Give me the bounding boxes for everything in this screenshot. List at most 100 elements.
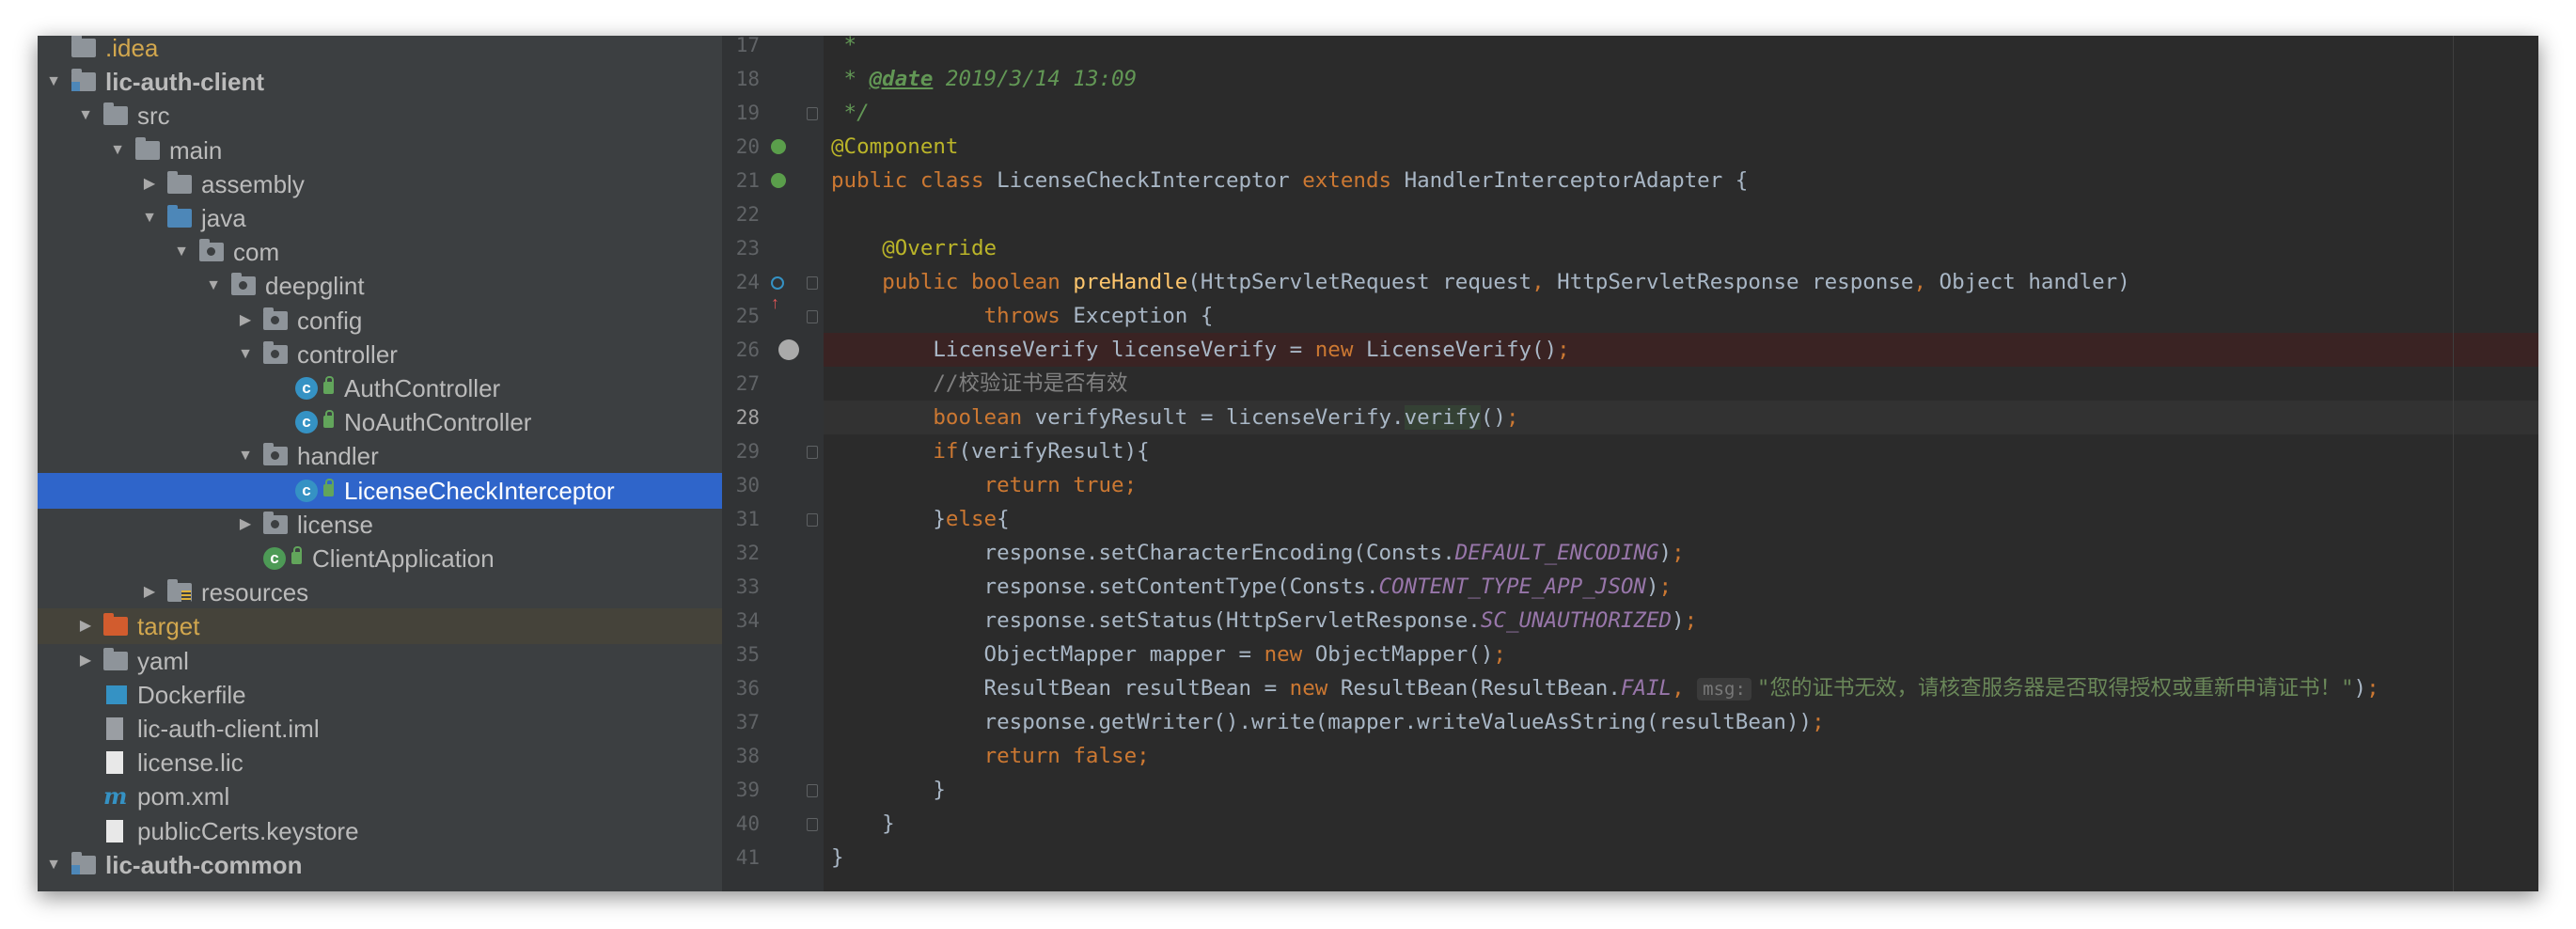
code-token: DEFAULT_ENCODING [1454, 541, 1659, 565]
tree-item-deepglint[interactable]: ▼ deepglint [38, 268, 722, 304]
spring-bean-icon[interactable] [771, 137, 790, 156]
code-token: new [1264, 642, 1315, 667]
expand-arrow-right-icon[interactable]: ▶ [75, 643, 96, 679]
tree-item-src[interactable]: ▼ src [38, 98, 722, 134]
tree-item-config[interactable]: ▶ config [38, 303, 722, 339]
expand-arrow-down-icon[interactable]: ▼ [235, 337, 256, 372]
code-line[interactable]: @Override [824, 231, 2538, 265]
code-line[interactable]: if(verifyResult){ [824, 434, 2538, 468]
text-file-icon [103, 751, 128, 775]
tree-item-license-lic[interactable]: license.lic [38, 745, 722, 780]
code-token: response.setStatus(HttpServletResponse. [831, 608, 1481, 633]
expand-arrow-down-icon[interactable]: ▼ [75, 98, 96, 134]
project-tree[interactable]: .idea ▼ lic-auth-client ▼ src ▼ main ▶ assembly ▼… [38, 36, 722, 891]
expand-arrow-down-icon[interactable]: ▼ [235, 438, 256, 474]
tree-item-label: assembly [201, 169, 305, 198]
code-line[interactable]: */ [824, 96, 2538, 130]
expand-arrow-down-icon[interactable]: ▼ [107, 133, 128, 168]
fold-marker-icon[interactable] [807, 276, 818, 290]
tree-item-com[interactable]: ▼ com [38, 234, 722, 270]
expand-arrow-right-icon[interactable]: ▶ [139, 575, 160, 610]
code-token: ; [1684, 608, 1698, 633]
code-line[interactable]: LicenseVerify licenseVerify = new Licens… [824, 333, 2538, 367]
expand-arrow-right-icon[interactable]: ▶ [235, 303, 256, 339]
tree-item-handler[interactable]: ▼ handler [38, 438, 722, 474]
tree-item--idea[interactable]: .idea [38, 36, 722, 66]
code-token: * [831, 67, 870, 91]
expand-arrow-right-icon[interactable]: ▶ [139, 166, 160, 202]
expand-arrow-down-icon[interactable]: ▼ [43, 64, 64, 100]
code-line[interactable]: @Component [824, 130, 2538, 164]
override-icon[interactable]: ↑ [771, 273, 790, 311]
code-line[interactable]: return true; [824, 468, 2538, 502]
code-token: response.setContentType(Consts. [831, 575, 1379, 599]
code-editor[interactable]: 17 18 19 20 21 22 23 24 ↑ 25 26 27 28 29 30 31 32 33 34 35 3… [722, 36, 2538, 891]
expand-arrow-down-icon[interactable]: ▼ [139, 200, 160, 236]
tree-item-pom-xml[interactable]: m pom.xml [38, 779, 722, 814]
fold-marker-icon[interactable] [807, 107, 818, 120]
tree-item-lic-auth-client-iml[interactable]: lic-auth-client.iml [38, 711, 722, 747]
tree-item-target[interactable]: ▶ target [38, 608, 722, 645]
fold-marker-icon[interactable] [807, 310, 818, 323]
tree-item-controller[interactable]: ▼ controller [38, 337, 722, 372]
lock-icon [323, 410, 334, 429]
fold-marker-icon[interactable] [807, 784, 818, 797]
resources-folder-icon [167, 579, 192, 604]
tree-item-label: publicCerts.keystore [137, 816, 359, 845]
code-line[interactable]: ResultBean resultBean = new ResultBean(R… [824, 671, 2538, 705]
code-line[interactable]: boolean verifyResult = licenseVerify.ver… [824, 401, 2538, 434]
tree-item-label: target [137, 612, 200, 641]
code-line[interactable]: throws Exception { [824, 299, 2538, 333]
tree-item-clientapplication[interactable]: c ClientApplication [38, 541, 722, 576]
code-token: //校验证书是否有效 [933, 371, 1128, 396]
line-number: 17 [735, 36, 760, 56]
code-line[interactable]: return false; [824, 739, 2538, 773]
breakpoint-icon[interactable] [778, 339, 799, 360]
tree-item-assembly[interactable]: ▶ assembly [38, 166, 722, 202]
expand-arrow-down-icon[interactable]: ▼ [171, 234, 192, 270]
tree-item-noauthcontroller[interactable]: c NoAuthController [38, 404, 722, 440]
tree-item-license[interactable]: ▶ license [38, 507, 722, 543]
tree-item-resources[interactable]: ▶ resources [38, 575, 722, 610]
fold-marker-icon[interactable] [807, 513, 818, 527]
tree-item-lic-auth-common[interactable]: ▼ lic-auth-common [38, 847, 722, 883]
expand-arrow-right-icon[interactable]: ▶ [235, 507, 256, 543]
code-line[interactable]: ObjectMapper mapper = new ObjectMapper()… [824, 638, 2538, 671]
tree-item-dockerfile[interactable]: Dockerfile [38, 677, 722, 713]
code-line[interactable]: public class LicenseCheckInterceptor ext… [824, 164, 2538, 197]
code-line[interactable] [824, 197, 2538, 231]
code-line[interactable]: response.setCharacterEncoding(Consts.DEF… [824, 536, 2538, 570]
code-token: @date [869, 67, 934, 91]
fold-marker-icon[interactable] [807, 818, 818, 831]
code-line[interactable]: } [824, 773, 2538, 807]
code-line[interactable]: response.setStatus(HttpServletResponse.S… [824, 604, 2538, 638]
code-token: * [831, 36, 857, 57]
code-line[interactable]: //校验证书是否有效 [824, 367, 2538, 401]
tree-item-licensecheckinterceptor[interactable]: c LicenseCheckInterceptor [38, 472, 722, 509]
expand-arrow-right-icon[interactable]: ▶ [75, 608, 96, 644]
tree-item-lic-auth-client[interactable]: ▼ lic-auth-client [38, 64, 722, 100]
tree-item-yaml[interactable]: ▶ yaml [38, 643, 722, 679]
code-line[interactable]: * [824, 36, 2538, 62]
code-token: ; [1557, 338, 1570, 362]
code-line[interactable]: public boolean preHandle(HttpServletRequ… [824, 265, 2538, 299]
code-line[interactable]: } [824, 841, 2538, 874]
tree-item-label: lic-auth-client [105, 68, 265, 97]
code-line[interactable]: * @date 2019/3/14 13:09 [824, 62, 2538, 96]
maven-icon: m [103, 782, 128, 811]
tree-item-authcontroller[interactable]: c AuthController [38, 370, 722, 406]
code-line[interactable]: } [824, 807, 2538, 841]
editor-gutter[interactable]: 17 18 19 20 21 22 23 24 ↑ 25 26 27 28 29 30 31 32 33 34 35 3… [722, 36, 824, 891]
code-token: ResultBean(ResultBean. [1340, 676, 1621, 701]
tree-item-java[interactable]: ▼ java [38, 200, 722, 236]
tree-item-main[interactable]: ▼ main [38, 133, 722, 168]
fold-marker-icon[interactable] [807, 446, 818, 459]
expand-arrow-down-icon[interactable]: ▼ [203, 268, 224, 304]
code-line[interactable]: response.setContentType(Consts.CONTENT_T… [824, 570, 2538, 604]
tree-item-publiccerts-keystore[interactable]: publicCerts.keystore [38, 813, 722, 849]
line-number: 30 [735, 474, 760, 496]
code-line[interactable]: }else{ [824, 502, 2538, 536]
expand-arrow-down-icon[interactable]: ▼ [43, 847, 64, 883]
class-inherit-icon[interactable] [771, 171, 790, 190]
code-line[interactable]: response.getWriter().write(mapper.writeV… [824, 705, 2538, 739]
